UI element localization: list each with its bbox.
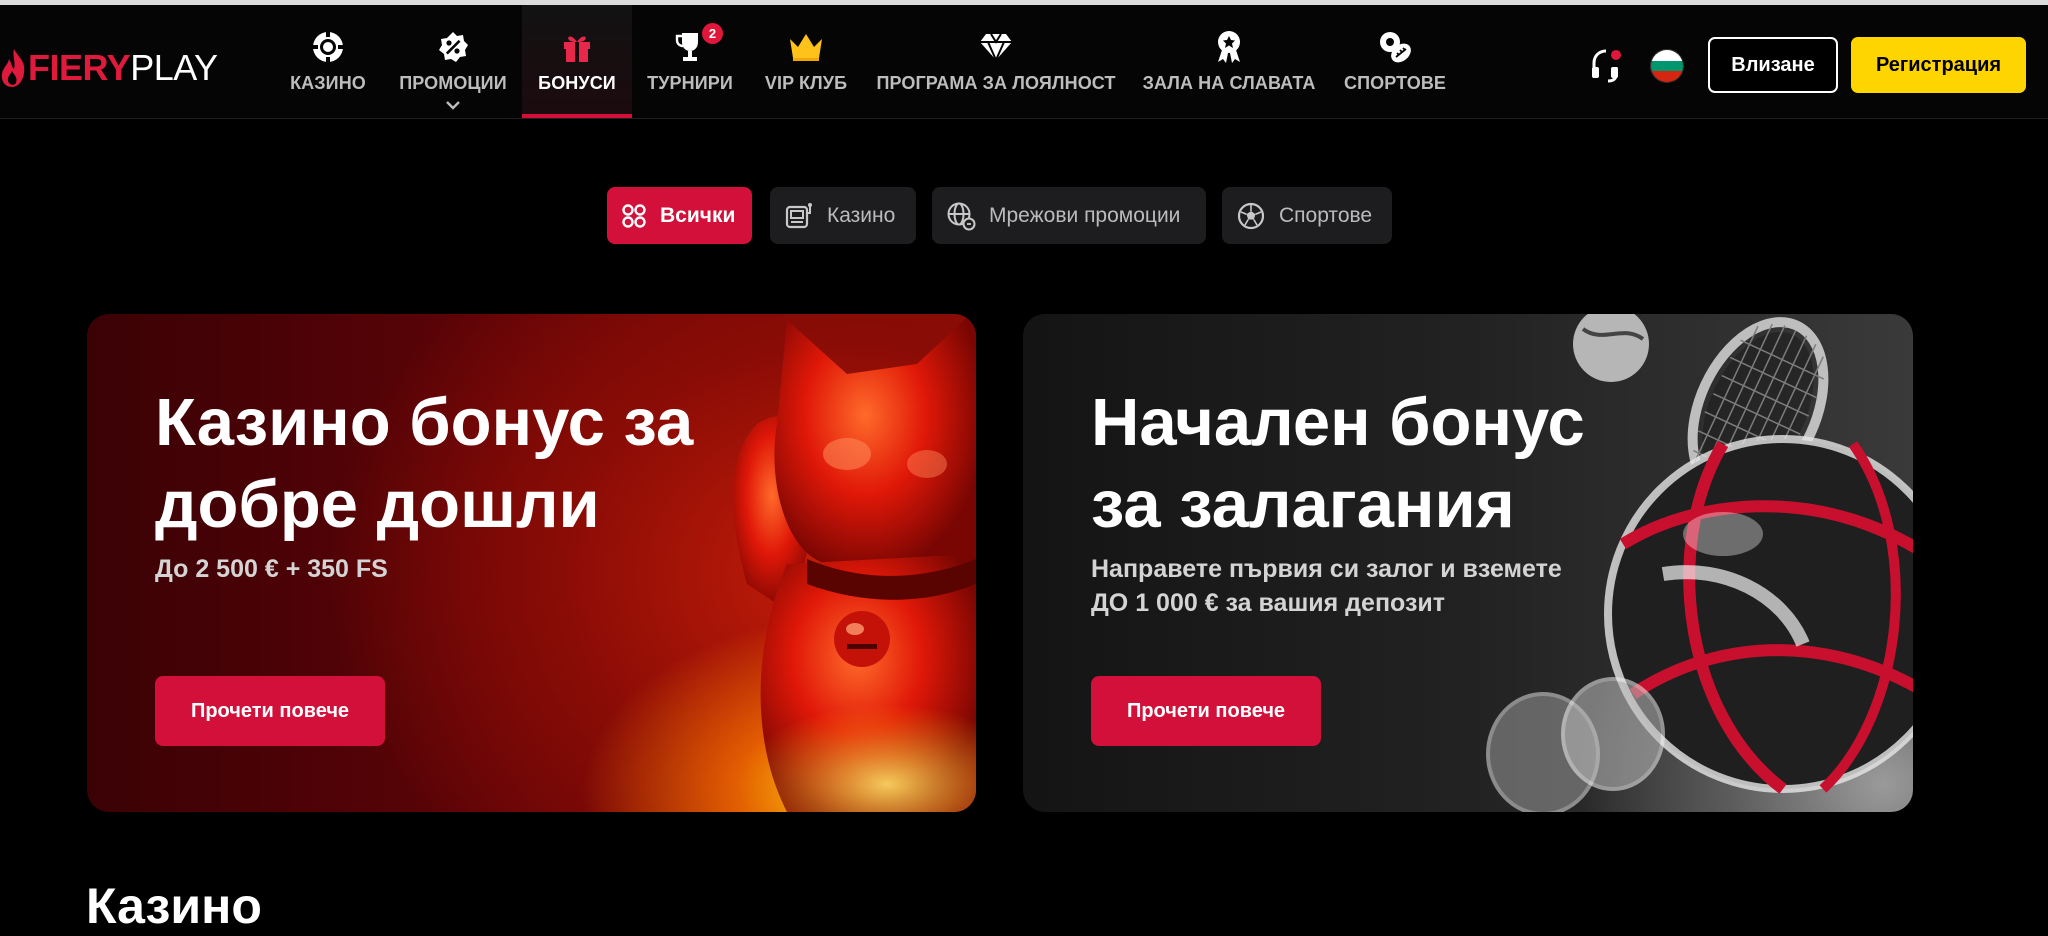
nav-label: БОНУСИ <box>538 73 616 93</box>
nav-promotions[interactable]: ПРОМОЦИИ <box>398 5 508 118</box>
filter-label: Всички <box>660 203 736 227</box>
flame-icon <box>1 49 25 87</box>
nav-label: СПОРТОВЕ <box>1343 73 1447 93</box>
medal-icon <box>1213 29 1245 65</box>
filter-label: Мрежови промоции <box>989 203 1181 227</box>
sports-read-more-button[interactable]: Прочети повече <box>1091 676 1321 746</box>
site-header: FIERY PLAY КАЗИНО ПРОМОЦИИ БОНУСИ 2 ТУРН… <box>0 5 2048 119</box>
nav-bonuses[interactable]: БОНУСИ <box>522 5 632 118</box>
filter-sports[interactable]: Спортове <box>1222 187 1392 244</box>
promo-percent-icon <box>436 29 470 65</box>
nav-vip-club[interactable]: VIP КЛУБ <box>758 5 854 118</box>
casino-read-more-button[interactable]: Прочети повече <box>155 676 385 746</box>
casino-card-title: Казино бонус за добре дошли <box>155 382 693 546</box>
bulgaria-flag[interactable] <box>1650 49 1684 83</box>
headset-icon[interactable] <box>1589 47 1623 85</box>
casino-card-title-line2: добре дошли <box>155 467 600 542</box>
login-button[interactable]: Влизане <box>1708 37 1838 93</box>
casino-section-heading: Казино <box>86 878 262 934</box>
gift-icon <box>560 29 594 65</box>
nav-label: VIP КЛУБ <box>764 73 848 93</box>
sports-card-subtitle: Направете първия си залог и вземете ДО 1… <box>1091 552 1562 620</box>
nav-loyalty-program[interactable]: ПРОГРАМА ЗА ЛОЯЛНОСТ <box>876 5 1116 118</box>
slot-machine-icon <box>784 201 814 231</box>
sports-card-title-line1: Начален бонус <box>1091 385 1585 460</box>
promo-card-sports-welcome[interactable]: Начален бонус за залагания Направете пър… <box>1023 314 1913 812</box>
nav-tournaments[interactable]: 2 ТУРНИРИ <box>640 5 740 118</box>
sports-card-subtitle-line1: Направете първия си залог и вземете <box>1091 555 1562 583</box>
filter-label: Казино <box>827 203 896 227</box>
nav-label: ЗАЛА НА СЛАВАТА <box>1142 73 1316 93</box>
nav-label: ПРОМОЦИИ <box>399 73 507 93</box>
sports-card-title: Начален бонус за залагания <box>1091 382 1585 546</box>
tournaments-count-badge: 2 <box>702 23 723 44</box>
nav-label: КАЗИНО <box>290 73 366 93</box>
casino-chip-icon <box>311 29 345 65</box>
nav-label: ПРОГРАМА ЗА ЛОЯЛНОСТ <box>876 73 1116 93</box>
nav-label: ТУРНИРИ <box>647 73 733 93</box>
register-button[interactable]: Регистрация <box>1851 37 2026 93</box>
filter-label: Спортове <box>1279 203 1373 227</box>
nav-sports[interactable]: СПОРТОВЕ <box>1342 5 1448 118</box>
fieryplay-logo[interactable]: FIERY PLAY <box>0 43 218 93</box>
sports-card-title-line2: за залагания <box>1091 467 1515 542</box>
football-icon <box>1236 201 1266 231</box>
sports-card-subtitle-line2: ДО 1 000 € за вашия депозит <box>1091 589 1446 617</box>
sports-balls-icon <box>1377 29 1413 65</box>
nav-hall-of-fame[interactable]: ЗАЛА НА СЛАВАТА <box>1142 5 1316 118</box>
logo-text-play: PLAY <box>130 47 218 88</box>
chevron-down-icon[interactable] <box>445 100 461 110</box>
grid-icon <box>621 201 647 231</box>
globe-icon <box>946 201 976 231</box>
casino-card-title-line1: Казино бонус за <box>155 385 694 460</box>
trophy-icon: 2 <box>673 23 723 65</box>
casino-card-subtitle: До 2 500 € + 350 FS <box>155 552 388 586</box>
promo-card-casino-welcome[interactable]: Казино бонус за добре дошли До 2 500 € +… <box>87 314 976 812</box>
crown-icon <box>787 29 825 65</box>
logo-text-fiery: FIERY <box>28 47 131 88</box>
casino-card-subtitle-line1: До 2 500 € + 350 FS <box>155 555 388 583</box>
nav-casino[interactable]: КАЗИНО <box>288 5 368 118</box>
filter-all[interactable]: Всички <box>607 187 752 244</box>
filter-network-promotions[interactable]: Мрежови промоции <box>932 187 1206 244</box>
filter-casino[interactable]: Казино <box>770 187 916 244</box>
diamond-icon <box>979 29 1013 65</box>
